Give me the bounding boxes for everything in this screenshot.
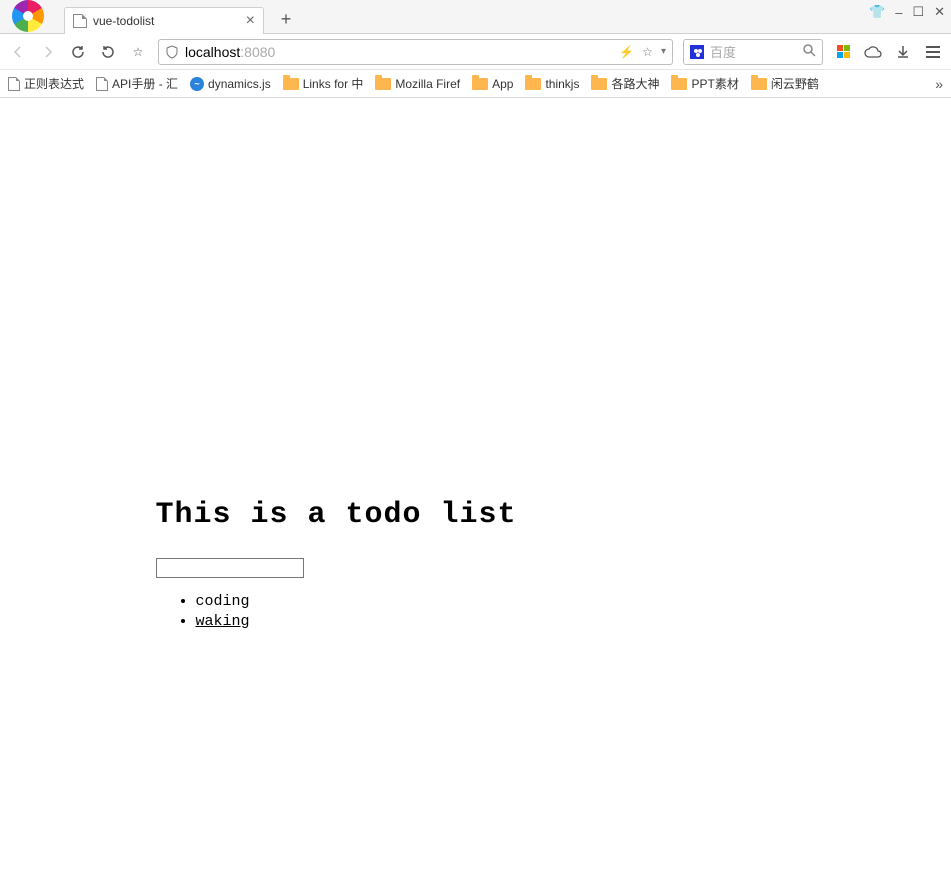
todo-app: This is a todo list codingwaking bbox=[156, 498, 796, 884]
reload-button[interactable] bbox=[68, 42, 88, 62]
bookmark-item[interactable]: API手册 - 汇 bbox=[96, 75, 178, 92]
page-heading: This is a todo list bbox=[156, 498, 796, 532]
apps-grid-icon[interactable] bbox=[833, 42, 853, 62]
toolbar: ☆ localhost:8080 ⚡ ☆ ▾ 百度 bbox=[0, 34, 951, 70]
window-controls: 👕 – ☐ ✕ bbox=[869, 4, 945, 20]
bookmark-label: Mozilla Firef bbox=[395, 77, 460, 91]
tab-title: vue-todolist bbox=[93, 14, 240, 28]
tab-active[interactable]: vue-todolist × bbox=[64, 7, 264, 34]
window-minimize-button[interactable]: – bbox=[895, 5, 902, 20]
bookmark-item[interactable]: Mozilla Firef bbox=[375, 77, 460, 91]
page-icon bbox=[73, 14, 87, 28]
todo-item: coding bbox=[196, 592, 796, 612]
bookmark-label: App bbox=[492, 77, 513, 91]
bookmark-label: PPT素材 bbox=[691, 75, 738, 92]
titlebar: vue-todolist × + 👕 – ☐ ✕ bbox=[0, 0, 951, 34]
todo-list: codingwaking bbox=[156, 592, 796, 631]
search-bar[interactable]: 百度 bbox=[683, 39, 823, 65]
nav-forward-button bbox=[38, 42, 58, 62]
folder-icon bbox=[283, 78, 299, 90]
tab-close-icon[interactable]: × bbox=[246, 14, 255, 28]
url-port: :8080 bbox=[240, 44, 275, 60]
browser-logo[interactable] bbox=[0, 0, 56, 33]
site-icon: ~ bbox=[190, 77, 204, 91]
url-text[interactable]: localhost:8080 bbox=[185, 44, 613, 60]
sync-icon[interactable]: 👕 bbox=[869, 4, 885, 20]
cloud-icon[interactable] bbox=[863, 42, 883, 62]
url-dropdown-icon[interactable]: ▾ bbox=[661, 46, 666, 57]
search-placeholder: 百度 bbox=[710, 42, 796, 61]
url-right-controls: ⚡ ☆ ▾ bbox=[619, 45, 666, 59]
url-star-icon[interactable]: ☆ bbox=[642, 45, 653, 59]
bookmarks-overflow-button[interactable]: » bbox=[935, 76, 943, 92]
todo-item: waking bbox=[196, 612, 796, 632]
bookmark-star-button[interactable]: ☆ bbox=[128, 42, 148, 62]
new-tab-button[interactable]: + bbox=[274, 7, 298, 31]
folder-icon bbox=[472, 78, 488, 90]
todo-input[interactable] bbox=[156, 558, 304, 578]
page-viewport: This is a todo list codingwaking bbox=[0, 98, 951, 884]
bookmark-item[interactable]: PPT素材 bbox=[671, 75, 738, 92]
bookmarks-bar: 正则表达式 API手册 - 汇 ~ dynamics.js Links for 中 Moz… bbox=[0, 70, 951, 98]
folder-icon bbox=[671, 78, 687, 90]
url-host: localhost bbox=[185, 44, 240, 60]
bookmark-item[interactable]: Links for 中 bbox=[283, 75, 364, 92]
shield-icon bbox=[165, 45, 179, 59]
url-bar[interactable]: localhost:8080 ⚡ ☆ ▾ bbox=[158, 39, 673, 65]
bookmark-item[interactable]: 闲云野鹤 bbox=[751, 75, 819, 92]
bookmark-label: thinkjs bbox=[545, 77, 579, 91]
bookmark-label: API手册 - 汇 bbox=[112, 75, 178, 92]
bookmark-item[interactable]: 各路大神 bbox=[591, 75, 659, 92]
bookmark-item[interactable]: ~ dynamics.js bbox=[190, 77, 271, 91]
folder-icon bbox=[525, 78, 541, 90]
download-icon[interactable] bbox=[893, 42, 913, 62]
bookmark-label: Links for 中 bbox=[303, 75, 364, 92]
nav-back-button bbox=[8, 42, 28, 62]
bookmark-item[interactable]: thinkjs bbox=[525, 77, 579, 91]
search-icon[interactable] bbox=[802, 43, 816, 60]
baidu-icon bbox=[690, 45, 704, 59]
undo-button[interactable] bbox=[98, 42, 118, 62]
window-close-button[interactable]: ✕ bbox=[934, 4, 945, 20]
bookmark-label: dynamics.js bbox=[208, 77, 271, 91]
folder-icon bbox=[751, 78, 767, 90]
folder-icon bbox=[375, 78, 391, 90]
page-icon bbox=[8, 77, 20, 91]
lightning-icon[interactable]: ⚡ bbox=[619, 45, 634, 59]
bookmark-label: 各路大神 bbox=[611, 75, 659, 92]
bookmark-item[interactable]: App bbox=[472, 77, 513, 91]
browser-logo-icon bbox=[12, 0, 44, 32]
bookmark-label: 正则表达式 bbox=[24, 75, 84, 92]
bookmark-item[interactable]: 正则表达式 bbox=[8, 75, 84, 92]
menu-button[interactable] bbox=[923, 42, 943, 62]
folder-icon bbox=[591, 78, 607, 90]
window-maximize-button[interactable]: ☐ bbox=[912, 4, 924, 20]
page-icon bbox=[96, 77, 108, 91]
bookmark-label: 闲云野鹤 bbox=[771, 75, 819, 92]
